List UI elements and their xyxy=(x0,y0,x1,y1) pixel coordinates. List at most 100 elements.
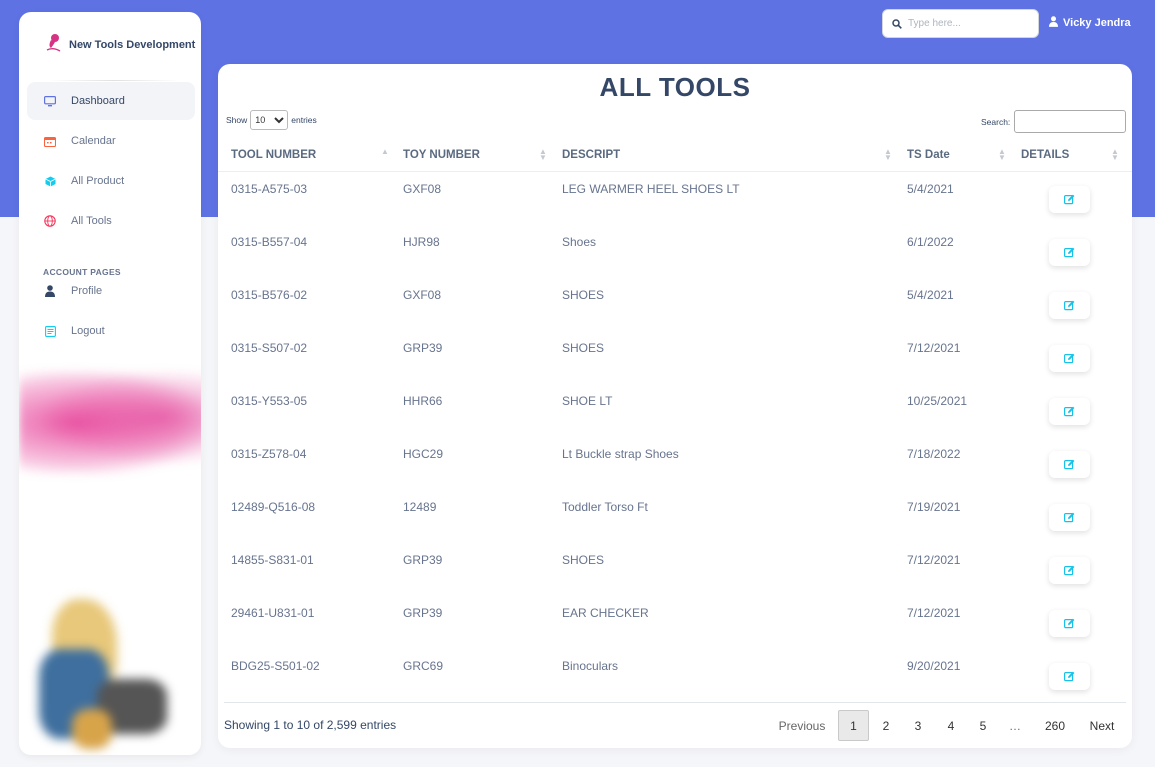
pagination-page-260[interactable]: 260 xyxy=(1038,710,1072,741)
sidebar-item-label: Profile xyxy=(71,285,103,297)
cell-ts-date: 9/20/2021 xyxy=(907,659,961,673)
cell-toy-number: GXF08 xyxy=(403,182,442,196)
cell-tool-number: 0315-A575-03 xyxy=(231,182,308,196)
table-row: 0315-B557-04 HJR98 Shoes 6/1/2022 xyxy=(218,225,1132,278)
entries-select[interactable]: 10 xyxy=(250,110,289,130)
details-edit-button[interactable] xyxy=(1049,292,1090,319)
calendar-icon xyxy=(43,134,57,148)
cell-toy-number: GRC69 xyxy=(403,659,444,673)
sidebar: New Tools Development Dashboard Calendar… xyxy=(19,12,201,755)
divider xyxy=(224,702,1126,703)
cell-ts-date: 10/25/2021 xyxy=(907,394,968,408)
sidebar-item-logout[interactable]: Logout xyxy=(27,312,195,350)
pagination-page-5[interactable]: 5 xyxy=(970,710,996,741)
details-edit-button[interactable] xyxy=(1049,504,1090,531)
pagination-previous[interactable]: Previous xyxy=(776,710,828,741)
table-info: Showing 1 to 10 of 2,599 entries xyxy=(224,718,397,732)
details-edit-button[interactable] xyxy=(1049,239,1090,266)
cell-descript: Shoes xyxy=(562,235,597,249)
edit-icon xyxy=(1064,300,1075,311)
edit-icon xyxy=(1064,671,1075,682)
cube-icon xyxy=(43,174,57,188)
cell-tool-number: 0315-B576-02 xyxy=(231,288,308,302)
cell-tool-number: 12489-Q516-08 xyxy=(231,500,316,514)
user-icon xyxy=(43,284,57,298)
edit-icon xyxy=(1064,565,1075,576)
cell-toy-number: GRP39 xyxy=(403,606,443,620)
document-icon xyxy=(43,324,57,338)
cell-tool-number: 0315-Y553-05 xyxy=(231,394,308,408)
cell-ts-date: 7/12/2021 xyxy=(907,606,961,620)
table-search-label: Search: xyxy=(981,116,1011,127)
pagination-next[interactable]: Next xyxy=(1084,710,1120,741)
sidebar-item-label: Logout xyxy=(71,325,105,337)
cell-descript: SHOES xyxy=(562,341,605,355)
sidebar-item-dashboard[interactable]: Dashboard xyxy=(27,82,195,120)
edit-icon xyxy=(1064,353,1075,364)
pagination-page-4[interactable]: 4 xyxy=(938,710,964,741)
pagination-page-3[interactable]: 3 xyxy=(905,710,931,741)
column-header-ts-date[interactable]: TS Date xyxy=(907,149,950,161)
details-edit-button[interactable] xyxy=(1049,186,1090,213)
pagination-ellipsis: … xyxy=(1009,718,1021,733)
table-search-input[interactable] xyxy=(1014,110,1127,133)
details-edit-button[interactable] xyxy=(1049,451,1090,478)
column-header-toy-number[interactable]: TOY NUMBER xyxy=(403,149,480,161)
details-edit-button[interactable] xyxy=(1049,398,1090,425)
pagination-page-2[interactable]: 2 xyxy=(873,710,899,741)
sort-icon: ▲ xyxy=(381,147,389,156)
cell-tool-number: 14855-S831-01 xyxy=(231,553,314,567)
sidebar-item-label: Dashboard xyxy=(71,95,125,107)
sort-icon: ▲ ▼ xyxy=(884,147,892,162)
cell-ts-date: 5/4/2021 xyxy=(907,288,954,302)
cell-ts-date: 7/12/2021 xyxy=(907,341,961,355)
cell-ts-date: 7/12/2021 xyxy=(907,553,961,567)
page-title: ALL TOOLS xyxy=(599,72,751,102)
search-icon xyxy=(892,18,902,29)
brand-name: New Tools Development xyxy=(69,38,196,51)
user-menu[interactable]: Vicky Jendra xyxy=(1049,16,1131,30)
column-header-details[interactable]: DETAILS xyxy=(1021,149,1069,161)
user-icon xyxy=(1049,16,1058,30)
user-name: Vicky Jendra xyxy=(1063,17,1131,29)
sidebar-item-label: All Product xyxy=(71,175,125,187)
show-label: Show xyxy=(226,115,248,125)
sidebar-item-label: Calendar xyxy=(71,135,116,147)
table-row: BDG25-S501-02 GRC69 Binoculars 9/20/2021 xyxy=(218,649,1132,702)
entries-label: entries xyxy=(291,115,317,125)
divider xyxy=(49,80,179,81)
column-header-descript[interactable]: DESCRIPT xyxy=(562,149,620,161)
cell-descript: LEG WARMER HEEL SHOES LT xyxy=(562,182,740,196)
details-edit-button[interactable] xyxy=(1049,610,1090,637)
cell-tool-number: BDG25-S501-02 xyxy=(231,659,320,673)
sort-icon: ▲ ▼ xyxy=(998,147,1006,162)
details-edit-button[interactable] xyxy=(1049,557,1090,584)
cell-descript: SHOES xyxy=(562,288,605,302)
monitor-icon xyxy=(43,94,57,108)
table-row: 14855-S831-01 GRP39 SHOES 7/12/2021 xyxy=(218,543,1132,596)
pagination-page-1[interactable]: 1 xyxy=(838,710,869,741)
table-row: 12489-Q516-08 12489 Toddler Torso Ft 7/19/2… xyxy=(218,490,1132,543)
cell-ts-date: 7/18/2022 xyxy=(907,447,961,461)
cell-tool-number: 29461-U831-01 xyxy=(231,606,315,620)
cell-ts-date: 5/4/2021 xyxy=(907,182,954,196)
tools-card: ALL TOOLS Show 10 entries Search: TOOL N… xyxy=(218,64,1132,748)
details-edit-button[interactable] xyxy=(1049,663,1090,690)
globe-icon xyxy=(43,214,57,228)
sidebar-item-calendar[interactable]: Calendar xyxy=(27,122,195,160)
details-edit-button[interactable] xyxy=(1049,345,1090,372)
cell-descript: Binoculars xyxy=(562,659,619,673)
brand[interactable]: New Tools Development xyxy=(45,32,195,57)
show-entries: Show 10 entries xyxy=(226,110,317,130)
search-input[interactable]: Type here... xyxy=(882,9,1039,38)
edit-icon xyxy=(1064,618,1075,629)
cell-toy-number: 12489 xyxy=(403,500,437,514)
sidebar-item-all-product[interactable]: All Product xyxy=(27,162,195,200)
blurred-logo-image xyxy=(19,370,201,475)
sidebar-item-all-tools[interactable]: All Tools xyxy=(27,202,195,240)
sidebar-item-profile[interactable]: Profile xyxy=(27,272,195,310)
edit-icon xyxy=(1064,406,1075,417)
table-header: TOOL NUMBER ▲ TOY NUMBER ▲ ▼ DESCRIPT ▲ ▼ … xyxy=(218,142,1132,172)
sort-icon: ▲ ▼ xyxy=(1111,147,1119,162)
column-header-tool-number[interactable]: TOOL NUMBER xyxy=(231,149,316,161)
